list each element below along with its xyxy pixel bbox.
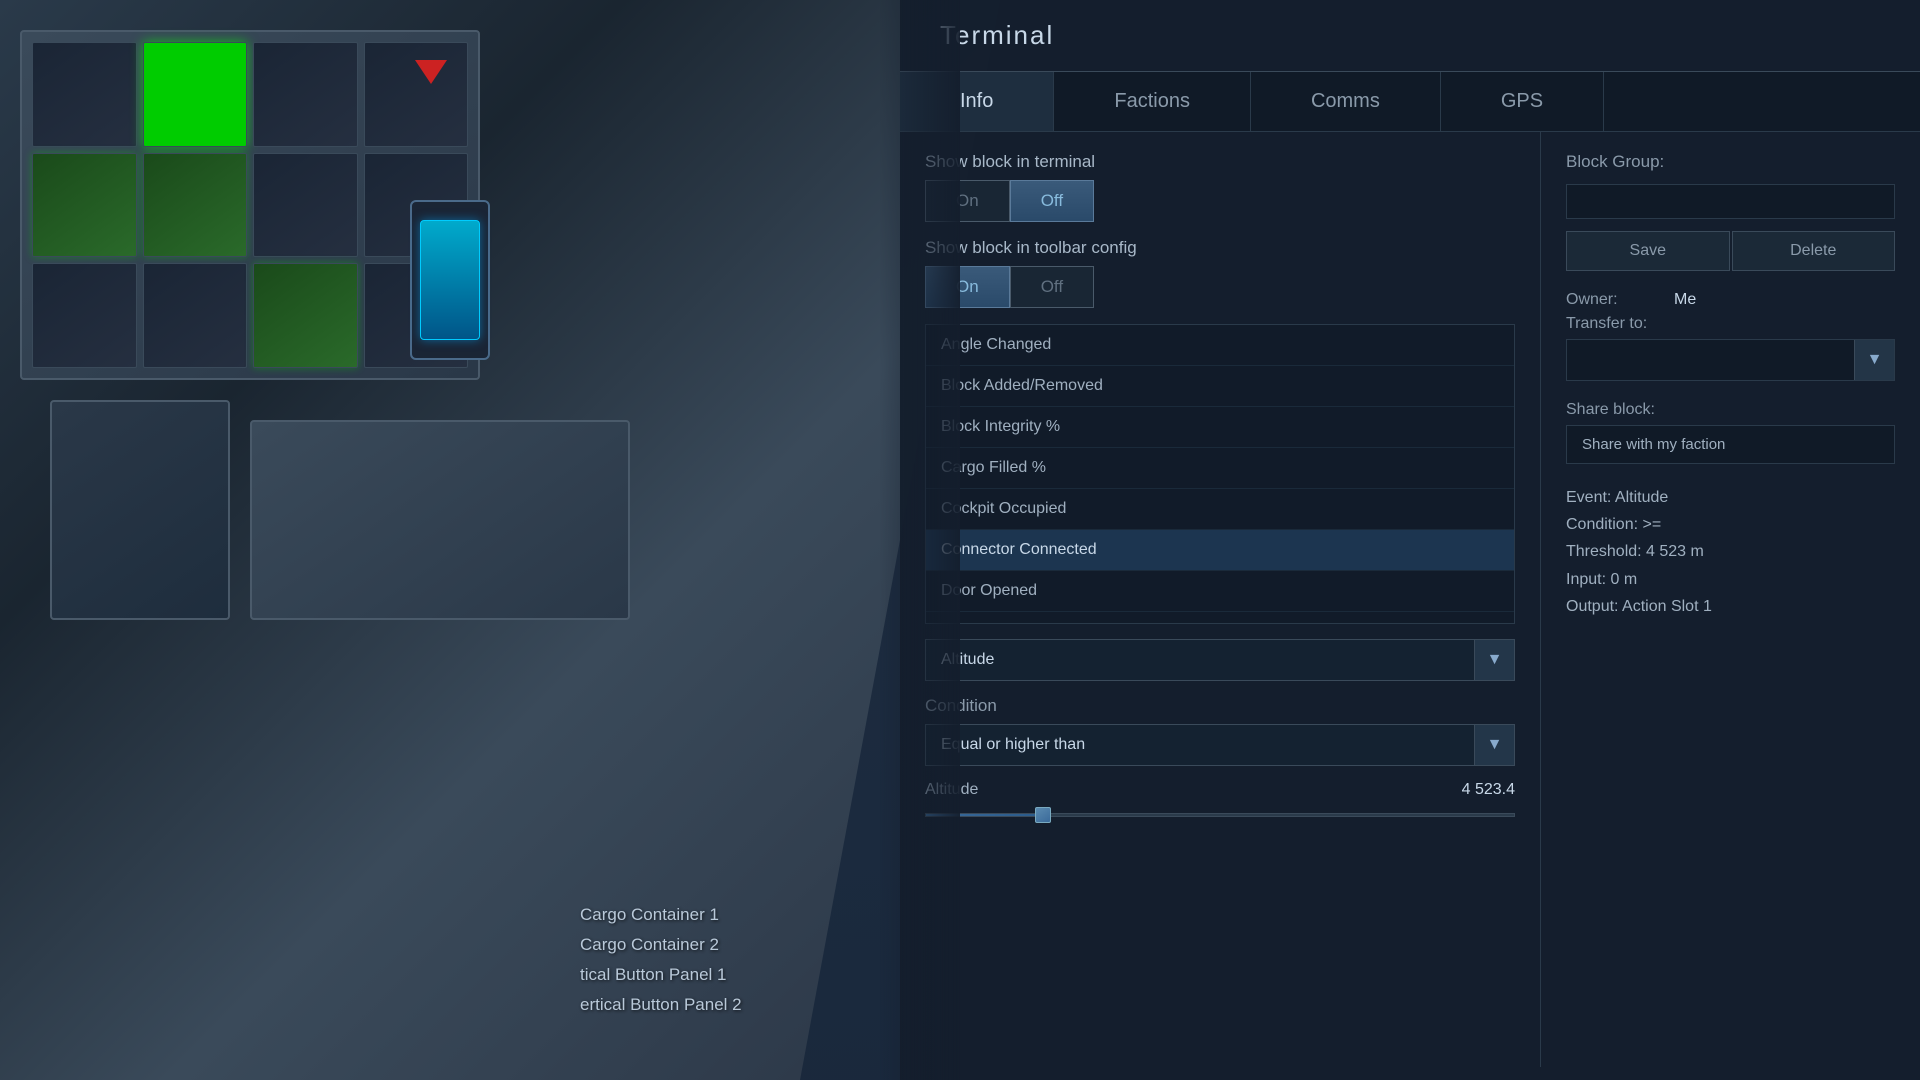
event-info-input: Input: 0 m (1566, 566, 1895, 593)
block-group-section: Block Group: (1566, 152, 1895, 231)
slider-thumb[interactable] (1035, 807, 1051, 823)
show-block-toolbar-label: Show block in toolbar config (925, 238, 1515, 258)
terminal-right: Block Group: Save Delete Owner: Me Trans… (1540, 132, 1920, 1067)
panel-cell (32, 42, 137, 147)
condition-dropdown-value: Equal or higher than (926, 726, 1474, 764)
show-block-toolbar-toggle: On Off (925, 266, 1515, 308)
condition-section: Condition Equal or higher than ▼ (925, 696, 1515, 766)
altitude-value: 4 523.4 (1462, 781, 1515, 799)
transfer-to-dropdown[interactable]: ▼ (1566, 339, 1895, 381)
transfer-to-value (1567, 352, 1854, 368)
delete-button[interactable]: Delete (1732, 231, 1896, 271)
event-item-door-opened[interactable]: Door Opened (926, 571, 1514, 612)
event-info-output: Output: Action Slot 1 (1566, 593, 1895, 620)
event-list-section: Angle Changed Block Added/Removed Block … (925, 324, 1515, 624)
game-background (0, 0, 1000, 1080)
tab-factions[interactable]: Factions (1054, 72, 1251, 131)
panel-cell (143, 153, 248, 258)
share-block-section: Share block: Share with my faction (1566, 401, 1895, 464)
block-list-item[interactable]: Cargo Container 1 (580, 900, 760, 930)
event-item-cockpit-occupied[interactable]: Cockpit Occupied (926, 489, 1514, 530)
red-triangle-indicator (415, 60, 447, 84)
event-item-block-integrity[interactable]: Block Integrity % (926, 407, 1514, 448)
event-info-section: Event: Altitude Condition: >= Threshold:… (1566, 484, 1895, 620)
terminal-panel: Terminal Info Factions Comms GPS Show bl… (900, 0, 1920, 1080)
altitude-row: Altitude 4 523.4 (925, 781, 1515, 799)
owner-value: Me (1674, 291, 1696, 309)
event-item-cargo-filled[interactable]: Cargo Filled % (926, 448, 1514, 489)
event-item-gas-tank-filled[interactable]: Gas Tank Filled % (926, 612, 1514, 624)
event-dropdown-value: Altitude (926, 641, 1474, 679)
save-delete-row: Save Delete (1566, 231, 1895, 271)
owner-label: Owner: (1566, 291, 1666, 309)
terminal-title: Terminal (940, 20, 1880, 51)
terminal-body: Show block in terminal On Off Show block… (900, 132, 1920, 1067)
transfer-to-section: Transfer to: ▼ (1566, 315, 1895, 381)
event-info-event: Event: Altitude (1566, 484, 1895, 511)
panel-cell-green (143, 42, 248, 147)
block-group-input[interactable] (1566, 184, 1895, 219)
share-block-value: Share with my faction (1566, 425, 1895, 464)
slider-fill (926, 814, 1044, 816)
panel-cell (253, 153, 358, 258)
transfer-to-arrow-icon[interactable]: ▼ (1854, 340, 1894, 380)
condition-dropdown-arrow-icon[interactable]: ▼ (1474, 725, 1514, 765)
sci-panel-2 (250, 420, 630, 620)
block-list-item[interactable]: ertical Button Panel 2 (580, 990, 760, 1020)
terminal-tabs: Info Factions Comms GPS (900, 72, 1920, 132)
save-button[interactable]: Save (1566, 231, 1730, 271)
share-block-label: Share block: (1566, 401, 1895, 419)
panel-cell (253, 263, 358, 368)
show-block-terminal-on-btn[interactable]: On (925, 180, 1010, 222)
terminal-header: Terminal (900, 0, 1920, 72)
condition-dropdown[interactable]: Equal or higher than ▼ (925, 724, 1515, 766)
panel-cell (143, 263, 248, 368)
show-block-toolbar-on-btn[interactable]: On (925, 266, 1010, 308)
show-block-terminal-toggle: On Off (925, 180, 1515, 222)
event-item-block-added[interactable]: Block Added/Removed (926, 366, 1514, 407)
owner-row: Owner: Me (1566, 291, 1895, 309)
show-block-toolbar-off-btn[interactable]: Off (1010, 266, 1094, 308)
keyboard-screen (420, 220, 480, 340)
panel-cell (253, 42, 358, 147)
keyboard-unit (410, 200, 490, 360)
event-dropdown-arrow-icon[interactable]: ▼ (1474, 640, 1514, 680)
block-list-item[interactable]: Cargo Container 2 (580, 930, 760, 960)
tab-gps[interactable]: GPS (1441, 72, 1604, 131)
block-list-item[interactable]: tical Button Panel 1 (580, 960, 760, 990)
event-item-angle-changed[interactable]: Angle Changed (926, 325, 1514, 366)
panel-cell (32, 263, 137, 368)
altitude-section: Altitude 4 523.4 (925, 781, 1515, 823)
altitude-slider[interactable] (925, 807, 1515, 823)
terminal-main: Show block in terminal On Off Show block… (900, 132, 1540, 1067)
event-info-threshold: Threshold: 4 523 m (1566, 538, 1895, 565)
altitude-label: Altitude (925, 781, 978, 799)
block-group-label: Block Group: (1566, 152, 1895, 172)
panel-cell (32, 153, 137, 258)
tab-info[interactable]: Info (900, 72, 1054, 131)
panel-cell (364, 42, 469, 147)
show-block-terminal-off-btn[interactable]: Off (1010, 180, 1094, 222)
event-info-condition: Condition: >= (1566, 511, 1895, 538)
event-dropdown[interactable]: Altitude ▼ (925, 639, 1515, 681)
sci-panel-3 (50, 400, 230, 620)
show-block-terminal-label: Show block in terminal (925, 152, 1515, 172)
event-list: Angle Changed Block Added/Removed Block … (925, 324, 1515, 624)
condition-label: Condition (925, 696, 1515, 716)
show-block-terminal-section: Show block in terminal On Off (925, 152, 1515, 222)
tab-comms[interactable]: Comms (1251, 72, 1441, 131)
block-list-overlay: Cargo Container 1 Cargo Container 2 tica… (580, 900, 760, 1020)
event-item-connector-connected[interactable]: Connector Connected (926, 530, 1514, 571)
transfer-to-label: Transfer to: (1566, 315, 1895, 333)
slider-track (925, 813, 1515, 817)
show-block-toolbar-section: Show block in toolbar config On Off (925, 238, 1515, 308)
